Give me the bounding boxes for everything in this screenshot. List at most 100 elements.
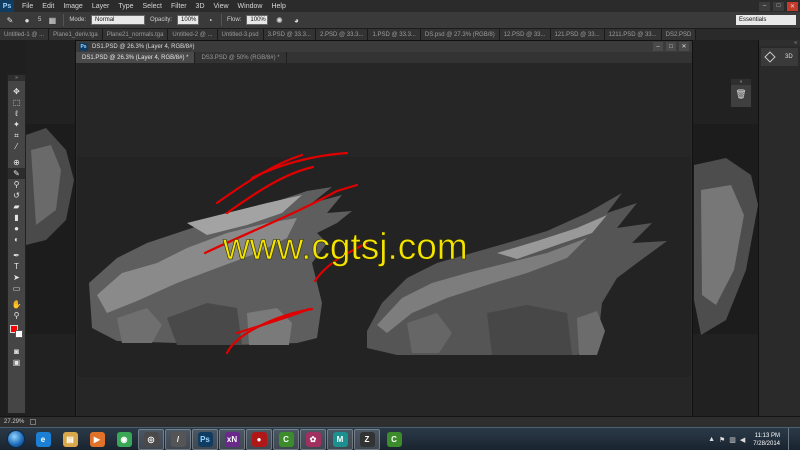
mode-select[interactable]: Normal [91,15,146,25]
pressure-opacity-icon[interactable]: ◔ [204,14,216,26]
doc-minimize-button[interactable]: – [653,42,663,51]
trash-icon[interactable]: 🗑 [731,89,751,100]
dodge-tool-icon[interactable]: ◐ [8,234,25,245]
document-window: Ps DS1.PSD @ 26.3% (Layer 4, RGB/8#) – □… [75,40,693,422]
doc-tab[interactable]: 12.PSD @ 33... [499,29,551,40]
brush-tool-icon[interactable]: ✎ [4,14,16,26]
history-brush-tool-icon[interactable]: ↺ [8,190,25,201]
doc-tab[interactable]: DS2.PSD [661,29,697,40]
mini-panel-collapse-button[interactable]: « [731,79,751,85]
menu-filter[interactable]: Filter [171,3,187,10]
start-button[interactable] [2,428,30,450]
doc-tab[interactable]: Untitled-3.psd [217,29,264,40]
menu-edit[interactable]: Edit [42,3,54,10]
taskbar-ie[interactable]: e [30,429,56,450]
tray-arrow-icon[interactable]: ▲ [708,436,715,443]
doc-window-tab-ds3[interactable]: DS3.PSD @ 50% (RGB/8#) * [195,52,287,63]
doc-tab[interactable]: Plane21_normals.tga [102,29,169,40]
gradient-tool-icon[interactable]: ▮ [8,212,25,223]
marquee-tool-icon[interactable]: ⬚ [8,97,25,108]
move-tool-icon[interactable]: ✥ [8,86,25,97]
taskbar-xnview[interactable]: xN [219,428,245,450]
menu-file[interactable]: File [22,3,33,10]
magic-wand-tool-icon[interactable]: ✦ [8,119,25,130]
taskbar-render-app[interactable]: ✿ [300,428,326,450]
eraser-tool-icon[interactable]: ▰ [8,201,25,212]
status-info-icon[interactable] [30,419,37,425]
doc-tab[interactable]: 1211.PSD @ 33... [604,29,662,40]
doc-tab[interactable]: Plane1_deriv.tga [49,29,103,40]
show-desktop-button[interactable] [788,428,794,450]
taskbar-explorer[interactable]: ▤ [57,429,83,450]
doc-tab[interactable]: 3.PSD @ 33.3... [263,29,317,40]
path-selection-tool-icon[interactable]: ➤ [8,272,25,283]
shape-tool-icon[interactable]: ▭ [8,283,25,294]
menu-select[interactable]: Select [143,3,162,10]
taskbar-zbrush[interactable]: Z [354,428,380,450]
minimize-button[interactable]: – [759,1,770,11]
airbrush-icon[interactable]: ✺ [273,14,285,26]
workspace-select[interactable]: Essentials [736,15,796,25]
zoom-readout[interactable]: 27.29% [4,419,24,425]
taskbar-cinema-c[interactable]: C [273,428,299,450]
taskbar-app-dark[interactable]: ◎ [138,428,164,450]
canvas-artwork: www.cgtsj.com [77,151,691,377]
volume-icon[interactable]: ◀ [740,436,745,444]
dock-collapse-button[interactable]: « [759,40,800,46]
media-player-icon: ▶ [89,431,105,447]
brush-tool-icon[interactable]: ✎ [8,168,25,179]
hand-tool-icon[interactable]: ✋ [8,299,25,310]
taskbar-cinema-c2[interactable]: C [381,429,407,450]
document-window-titlebar[interactable]: Ps DS1.PSD @ 26.3% (Layer 4, RGB/8#) [76,41,692,52]
type-tool-icon[interactable]: T [8,261,25,272]
window-controls: – □ ✕ [759,0,798,12]
taskbar-media-player[interactable]: ▶ [84,429,110,450]
menu-image[interactable]: Image [63,3,82,10]
menu-view[interactable]: View [214,3,229,10]
background-color-swatch[interactable] [15,330,23,338]
crop-tool-icon[interactable]: ⌗ [8,130,25,141]
opacity-field[interactable]: 100% [177,15,200,25]
clone-stamp-tool-icon[interactable]: ⚲ [8,179,25,190]
pressure-size-icon[interactable]: ◕ [290,14,302,26]
menu-layer[interactable]: Layer [92,3,110,10]
menu-3d[interactable]: 3D [196,3,205,10]
doc-maximize-button[interactable]: □ [666,42,676,51]
taskbar-tablet-pen[interactable]: / [165,428,191,450]
flow-field[interactable]: 100% [246,15,269,25]
doc-tab[interactable]: DS.psd @ 27.3% (RGB/8) [420,29,500,40]
close-button[interactable]: ✕ [787,1,798,11]
taskbar-photoshop[interactable]: Ps [192,428,218,450]
document-canvas[interactable]: www.cgtsj.com [77,63,691,421]
doc-tab[interactable]: 2.PSD @ 33.3... [316,29,369,40]
zoom-tool-icon[interactable]: ⚲ [8,310,25,321]
maximize-button[interactable]: □ [773,1,784,11]
healing-brush-tool-icon[interactable]: ⊕ [8,157,25,168]
taskbar-red-drop[interactable]: ● [246,428,272,450]
brush-panel-icon[interactable]: ▦ [46,14,58,26]
eyedropper-tool-icon[interactable]: ⁄ [8,141,25,152]
quick-mask-icon[interactable]: ◙ [8,346,25,357]
doc-close-button[interactable]: ✕ [679,42,689,51]
doc-tab[interactable]: 121.PSD @ 33... [550,29,605,40]
taskbar-maya[interactable]: M [327,428,353,450]
blur-tool-icon[interactable]: ● [8,223,25,234]
lasso-tool-icon[interactable]: ℓ [8,108,25,119]
taskbar-clock[interactable]: 11:13 PM 7/28/2014 [753,432,780,448]
screen-mode-icon[interactable]: ▣ [8,357,25,368]
taskbar-chrome[interactable]: ◉ [111,429,137,450]
brush-preset-picker[interactable]: ● [21,14,33,26]
tools-collapse-button[interactable]: » [8,75,25,81]
menu-help[interactable]: Help [271,3,285,10]
menu-type[interactable]: Type [118,3,133,10]
doc-tab[interactable]: 1.PSD @ 33.3... [368,29,421,40]
menu-window[interactable]: Window [238,3,263,10]
panel-3d-button[interactable]: 3D [761,48,798,66]
network-icon[interactable]: ▥ [729,436,736,444]
pen-tool-icon[interactable]: ✒ [8,250,25,261]
doc-tab[interactable]: Untitled-2 @ ... [168,29,218,40]
doc-window-tab-ds1[interactable]: DS1.PSD @ 26.3% (Layer 4, RGB/8#) * [76,52,196,63]
doc-tab[interactable]: Untitled-1 @ ... [0,29,50,40]
document-tab-bar: Untitled-1 @ ... Plane1_deriv.tga Plane2… [0,29,800,40]
flag-icon[interactable]: ⚑ [719,436,725,444]
